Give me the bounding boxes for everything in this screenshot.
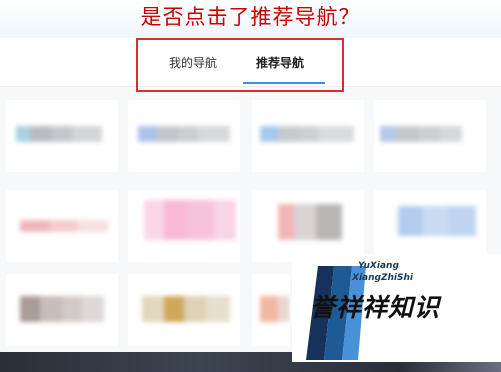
blurred-site-label (278, 204, 342, 240)
site-card[interactable] (252, 100, 364, 172)
blurred-site-label (138, 126, 230, 142)
blurred-site-label (260, 126, 354, 142)
logo-text: 誉祥祥知识 (310, 293, 441, 322)
annotation-highlight-box (136, 38, 344, 92)
site-card[interactable] (6, 190, 118, 262)
blurred-site-label (20, 296, 104, 322)
blurred-site-label (20, 220, 108, 232)
site-card[interactable] (128, 190, 240, 262)
logo-pinyin-line1: YuXiang (358, 261, 399, 271)
site-card[interactable] (6, 274, 118, 346)
annotation-question: 是否点击了推荐导航？ (140, 5, 361, 29)
blurred-site-label (260, 296, 290, 322)
blurred-site-label (142, 296, 230, 322)
watermark-logo: YuXiang XiangZhiShi 誉祥祥知识 (292, 254, 501, 362)
site-card[interactable] (128, 100, 240, 172)
site-card[interactable] (252, 190, 364, 262)
blurred-site-label (16, 126, 102, 142)
blurred-site-label (398, 206, 476, 236)
site-card[interactable] (374, 190, 486, 262)
site-card[interactable] (252, 274, 290, 346)
blurred-site-label (380, 126, 462, 142)
logo-pinyin-line2: XiangZhiShi (352, 273, 413, 283)
site-card[interactable] (128, 274, 240, 346)
blurred-site-label (144, 200, 236, 240)
site-card[interactable] (374, 100, 486, 172)
site-card[interactable] (6, 100, 118, 172)
